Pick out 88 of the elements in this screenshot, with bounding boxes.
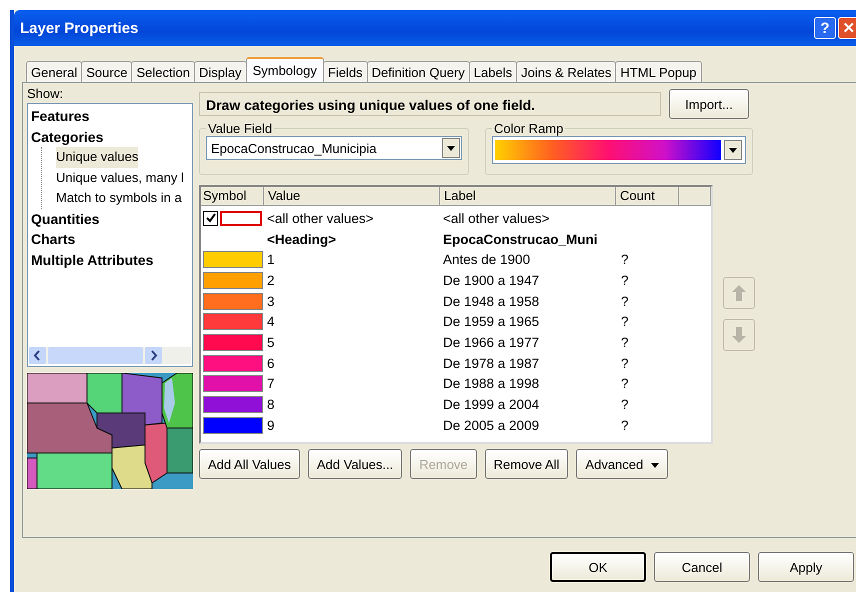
table-cell-text: De 1999 a 2004 — [443, 397, 540, 412]
table-cell-text: <all other values> — [267, 210, 375, 226]
table-cell-text: De 1966 a 1977 — [443, 334, 540, 350]
color-swatch[interactable] — [203, 396, 263, 414]
description-bar: Draw categories using unique values of one field. — [199, 92, 661, 116]
blank-column-header — [679, 187, 711, 206]
color-swatch[interactable] — [203, 416, 263, 434]
table-cell-text: De 1948 a 1958 — [443, 294, 540, 309]
table-cell-text: 5 — [267, 334, 276, 350]
dialog-button[interactable]: OK — [550, 552, 646, 582]
tab[interactable]: HTML Popup — [615, 61, 702, 82]
table-cell-text: ? — [621, 397, 630, 412]
table-cell-text: ? — [621, 334, 630, 350]
tree-item[interactable]: Charts — [31, 229, 76, 250]
tree-item[interactable]: Quantities — [31, 208, 100, 229]
table-cell-text: <all other values> — [443, 210, 551, 226]
tab[interactable]: Symbology — [246, 57, 324, 82]
column-header[interactable]: Value — [264, 187, 440, 206]
table-cell-text: 7 — [267, 376, 276, 392]
table-cell-text: ? — [621, 356, 630, 371]
table-cell-text: ? — [621, 294, 630, 309]
color-swatch[interactable] — [203, 292, 263, 310]
tab[interactable]: Definition Query — [366, 61, 470, 82]
color-ramp-dropdown[interactable] — [492, 136, 746, 164]
color-swatch[interactable] — [203, 354, 263, 372]
outline-swatch[interactable] — [220, 210, 262, 226]
tab[interactable]: General — [26, 61, 82, 82]
caret-icon — [651, 462, 660, 468]
value-field-dropdown[interactable]: EpocaConstrucao_Municipia — [206, 136, 462, 160]
column-header[interactable]: Symbol — [201, 187, 264, 206]
action-button[interactable]: Add Values... — [308, 449, 402, 479]
table-cell-text: 6 — [267, 356, 276, 371]
column-header[interactable]: Count — [616, 187, 679, 206]
color-swatch[interactable] — [203, 375, 263, 392]
color-swatch[interactable] — [203, 251, 263, 268]
dialog-button[interactable]: Apply — [758, 552, 854, 582]
table-cell-text: De 1959 a 1965 — [443, 314, 540, 330]
horizontal-scrollbar[interactable] — [29, 347, 191, 364]
help-button[interactable]: ? — [814, 17, 836, 39]
table-cell-text: ? — [621, 252, 630, 268]
table-cell-text: ? — [621, 376, 630, 392]
table-cell-text: ? — [621, 314, 630, 330]
action-button[interactable]: Remove All — [484, 449, 568, 479]
table-cell-text: De 2005 a 2009 — [443, 418, 540, 433]
import-button[interactable]: Import... — [669, 89, 749, 119]
tab[interactable]: Joins & Relates — [516, 61, 616, 82]
tree-item[interactable]: Unique values — [56, 147, 138, 168]
table-cell-text: ? — [621, 272, 630, 288]
tab[interactable]: Labels — [468, 61, 518, 82]
down-arrow-icon — [731, 326, 747, 344]
tab[interactable]: Display — [194, 61, 247, 82]
table-cell-text: 4 — [267, 314, 276, 330]
tree-item[interactable]: Unique values, many l — [56, 168, 184, 188]
checkbox[interactable] — [203, 210, 218, 226]
table-cell-text: ? — [621, 418, 630, 433]
color-swatch[interactable] — [203, 334, 263, 351]
up-arrow-icon — [731, 284, 747, 302]
table-cell-text: <Heading> — [267, 232, 338, 247]
tree-item[interactable]: Match to symbols in a — [56, 188, 182, 208]
action-button[interactable]: Advanced — [576, 449, 668, 479]
tab[interactable]: Selection — [131, 61, 195, 82]
color-swatch[interactable] — [203, 272, 263, 289]
close-button[interactable]: ✕ — [838, 17, 856, 39]
table-cell-text: 8 — [267, 397, 276, 412]
show-label: Show: — [27, 87, 64, 101]
table-cell-text: EpocaConstrucao_Muni — [443, 232, 599, 247]
table-cell-text: Antes de 1900 — [443, 252, 532, 268]
table-cell-text: 9 — [267, 418, 276, 433]
action-button[interactable]: Add All Values — [199, 449, 300, 479]
tab[interactable]: Fields — [322, 61, 368, 82]
table-cell-text: 3 — [267, 294, 276, 309]
column-header[interactable]: Label — [440, 187, 616, 206]
table-cell-text: De 1900 a 1947 — [443, 272, 540, 288]
table-cell-text: De 1988 a 1998 — [443, 376, 540, 392]
tree-item[interactable]: Categories — [31, 126, 104, 147]
tab[interactable]: Source — [81, 61, 132, 82]
window-title: Layer Properties — [20, 20, 138, 36]
group-label: Value Field — [207, 121, 274, 136]
dialog-button[interactable]: Cancel — [654, 552, 750, 582]
color-swatch[interactable] — [203, 313, 263, 330]
tree-item[interactable]: Multiple Attributes — [31, 250, 154, 270]
table-cell-text: De 1978 a 1987 — [443, 356, 540, 371]
table-cell-text: 1 — [267, 252, 276, 268]
scroll-right-icon[interactable] — [145, 347, 162, 364]
table-cell-text: 2 — [267, 272, 276, 288]
group-label: Color Ramp — [493, 121, 564, 136]
scroll-left-icon[interactable] — [29, 347, 46, 364]
tree-item[interactable]: Features — [31, 106, 90, 126]
